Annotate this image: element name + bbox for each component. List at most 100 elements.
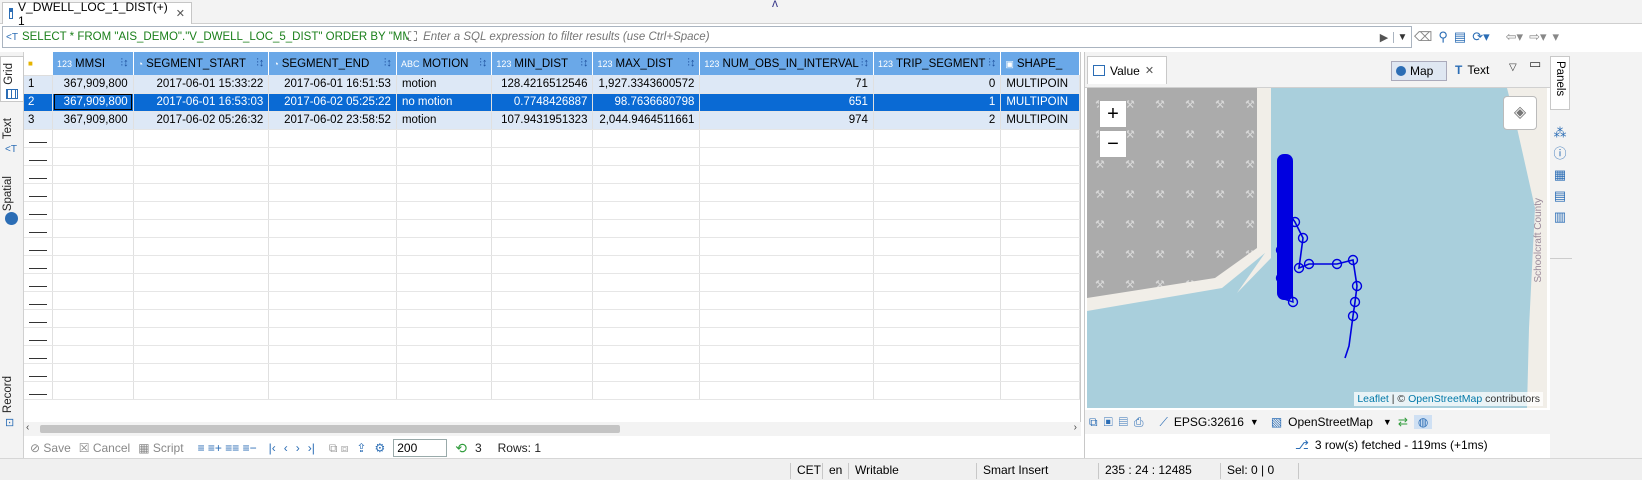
scroll-left-icon[interactable]: ‹ (26, 422, 29, 433)
next-page-icon[interactable]: › (296, 441, 300, 455)
cancel-button[interactable]: ☒ Cancel (79, 441, 130, 455)
filter-sort-icon[interactable]: ⫶↕ (687, 57, 695, 70)
tab-spatial[interactable]: Spatial (0, 174, 24, 230)
cell-segment-start[interactable]: 2017-06-02 05:26:32 (133, 111, 270, 130)
cell-trip-segment[interactable]: 2 (873, 111, 1002, 130)
scroll-right-icon[interactable]: › (1074, 422, 1077, 433)
filter-sort-icon[interactable]: ⫶↕ (256, 57, 264, 70)
map-view[interactable]: ⚒ + − ◈ Schoolcraft County Leaflet | © O… (1087, 88, 1547, 408)
row-number[interactable]: 3 (24, 111, 53, 130)
cell-motion[interactable]: motion (396, 111, 493, 130)
export-icon[interactable]: ⇪ (356, 441, 366, 455)
col-header-trip-segment[interactable]: 123 TRIP_SEGMENT ⫶↕ (873, 52, 1002, 75)
edit-row-icons[interactable]: ≡ ≡+ ≡≡ ≡− (198, 441, 257, 455)
layers-button[interactable]: ◈ (1503, 96, 1537, 130)
tab-text[interactable]: Text <T (0, 116, 24, 160)
run-filter-icon[interactable]: ▶ (1375, 31, 1393, 44)
gear-icon[interactable]: ⚙ (374, 441, 385, 455)
close-icon[interactable]: ✕ (176, 7, 185, 20)
cell-mmsi[interactable]: 367,909,800 (52, 93, 134, 112)
crs-select[interactable]: EPSG:32616 (1174, 415, 1244, 429)
cell-segment-start[interactable]: 2017-06-01 15:33:22 (133, 75, 270, 94)
first-page-icon[interactable]: |‹ (269, 441, 276, 455)
cell-motion[interactable]: motion (396, 75, 493, 94)
cell-max-dist[interactable]: 1,927.3343600572 (592, 75, 701, 94)
basemap-select[interactable]: OpenStreetMap (1288, 415, 1373, 429)
filter-sort-icon[interactable]: ⫶↕ (861, 57, 869, 70)
filter-sort-icon[interactable]: ⫶↕ (120, 57, 128, 70)
cell-num-obs[interactable]: 974 (699, 111, 874, 130)
cell-max-dist[interactable]: 2,044.9464511661 (592, 111, 701, 130)
col-header-motion[interactable]: ABC MOTION ⫶↕ (396, 52, 493, 75)
cell-num-obs[interactable]: 651 (699, 93, 874, 112)
text-toggle-button[interactable]: T Text (1455, 63, 1489, 77)
osm-link[interactable]: OpenStreetMap (1408, 393, 1482, 405)
tab-grid[interactable]: Grid (0, 56, 24, 102)
swap-icon[interactable]: ⇄ (1398, 415, 1408, 429)
table-row-selected[interactable]: 2 367,909,800 2017-06-01 16:53:03 2017-0… (24, 93, 1080, 112)
col-header-segment-end[interactable]: ◔ SEGMENT_END ⫶↕ (268, 52, 397, 75)
scroll-thumb[interactable] (40, 425, 620, 433)
panels-tab[interactable]: Panels (1550, 56, 1570, 110)
cell-num-obs[interactable]: 71 (699, 75, 874, 94)
filter-sort-icon[interactable]: ⫶↕ (988, 57, 996, 70)
view-menu-icon[interactable]: ▽ (1509, 62, 1517, 73)
cell-motion[interactable]: no motion (396, 93, 493, 112)
col-header-num-obs[interactable]: 123 NUM_OBS_IN_INTERVAL ⫶↕ (699, 52, 874, 75)
map-tools-icons[interactable]: ⧉▣▤⎙ (1089, 415, 1149, 430)
prev-page-icon[interactable]: ‹ (284, 441, 288, 455)
cell-trip-segment[interactable]: 0 (873, 75, 1002, 94)
cell-max-dist[interactable]: 98.7636680798 (592, 93, 701, 112)
save-filter-icon[interactable]: ▤ (1454, 29, 1466, 45)
cell-min-dist[interactable]: 128.4216512546 (491, 75, 594, 94)
basemap-dropdown-icon[interactable]: ▼ (1383, 417, 1392, 427)
row-number[interactable]: 1 (24, 75, 53, 94)
cell-segment-end[interactable]: 2017-06-02 23:58:52 (268, 111, 397, 130)
cell-mmsi[interactable]: 367,909,800 (52, 111, 134, 130)
fetch-size-input[interactable] (393, 439, 448, 457)
layout-icons[interactable]: ⧉ ⧈ (329, 441, 349, 456)
chart-icon[interactable]: ⟋ (1159, 415, 1167, 430)
refresh-mode-icon[interactable]: ⟳▾ (1472, 29, 1489, 45)
panel-icons[interactable]: ⁂ ⓘ ▦ ▤ ▥ (1552, 122, 1568, 227)
zoom-in-button[interactable]: + (1099, 100, 1127, 128)
script-button[interactable]: ▦ Script (138, 441, 183, 455)
row-number[interactable]: 2 (24, 93, 53, 112)
cell-segment-end[interactable]: 2017-06-02 05:25:22 (268, 93, 397, 112)
tab-value[interactable]: Value ✕ (1087, 56, 1167, 84)
palette-icon[interactable]: ◍ (1413, 415, 1433, 429)
leaflet-link[interactable]: Leaflet (1357, 393, 1389, 405)
table-row[interactable]: 1 367,909,800 2017-06-01 15:33:22 2017-0… (24, 75, 1080, 94)
cell-shape[interactable]: MULTIPOIN (1000, 111, 1080, 130)
cell-segment-end[interactable]: 2017-06-01 16:51:53 (268, 75, 397, 94)
last-page-icon[interactable]: ›| (308, 441, 315, 455)
filter-input[interactable] (417, 31, 1375, 43)
cell-mmsi[interactable]: 367,909,800 (52, 75, 134, 94)
filter-sort-icon[interactable]: ⫶↕ (384, 57, 392, 70)
cell-trip-segment[interactable]: 1 (873, 93, 1002, 112)
close-icon[interactable]: ✕ (1145, 64, 1154, 77)
horizontal-scrollbar[interactable]: ‹ › (24, 422, 1081, 436)
refresh-icon[interactable]: ⟲ (455, 440, 467, 457)
map-toggle-button[interactable]: Map (1391, 61, 1447, 81)
cell-shape[interactable]: MULTIPOIN (1000, 75, 1080, 94)
filter-history-dropdown-icon[interactable]: ▼ (1393, 31, 1411, 43)
zoom-out-button[interactable]: − (1099, 130, 1127, 158)
cell-shape[interactable]: MULTIPOIN (1000, 93, 1080, 112)
table-row[interactable]: 3 367,909,800 2017-06-02 05:26:32 2017-0… (24, 111, 1080, 130)
forward-icon[interactable]: ⇨▾ (1529, 29, 1546, 45)
map-canvas[interactable]: ⚒ (1087, 88, 1547, 408)
crs-dropdown-icon[interactable]: ▼ (1250, 417, 1259, 427)
cell-min-dist[interactable]: 0.7748426887 (491, 93, 594, 112)
col-header-max-dist[interactable]: 123 MAX_DIST ⫶↕ (592, 52, 701, 75)
save-button[interactable]: ⊘ Save (30, 441, 71, 455)
filter-sort-icon[interactable]: ⫶↕ (479, 57, 487, 70)
filter-sort-icon[interactable]: ⫶↕ (580, 57, 588, 70)
cell-segment-start[interactable]: 2017-06-01 16:53:03 (133, 93, 270, 112)
col-header-mmsi[interactable]: 123 MMSI ⫶↕ (52, 52, 134, 75)
col-header-min-dist[interactable]: 123 MIN_DIST ⫶↕ (491, 52, 594, 75)
expand-icon[interactable]: ⛶ (408, 29, 417, 45)
cell-min-dist[interactable]: 107.9431951323 (491, 111, 594, 130)
col-header-shape[interactable]: ▣ SHAPE_ (1000, 52, 1080, 75)
tab-record[interactable]: Record ⊡ (0, 374, 24, 430)
